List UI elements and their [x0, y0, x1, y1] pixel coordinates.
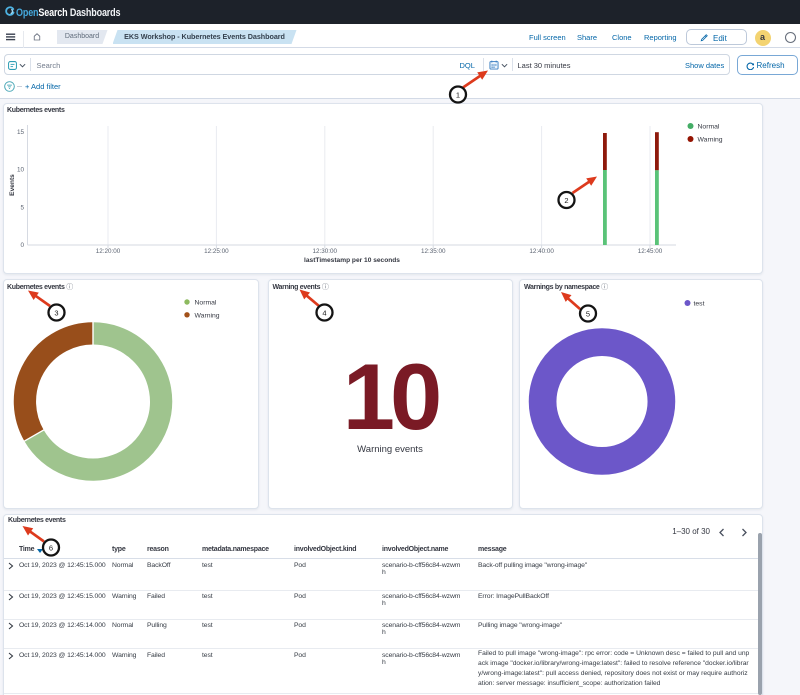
svg-text:5: 5 [586, 309, 590, 318]
svg-text:6: 6 [49, 543, 53, 552]
svg-text:2: 2 [564, 196, 568, 205]
svg-text:4: 4 [322, 308, 326, 317]
svg-text:3: 3 [54, 308, 58, 317]
svg-text:1: 1 [456, 90, 460, 99]
